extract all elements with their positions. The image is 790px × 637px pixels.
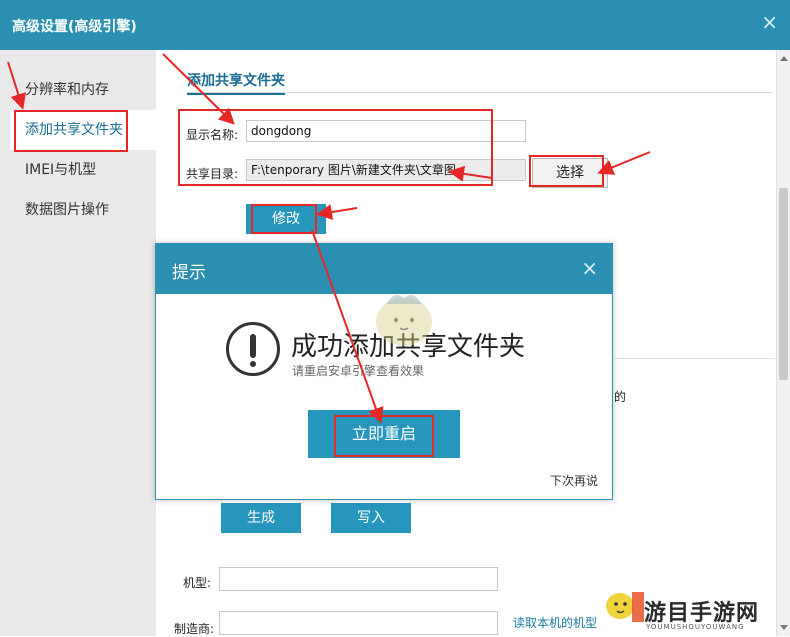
restart-now-button[interactable]: 立即重启	[308, 410, 460, 458]
scroll-thumb[interactable]	[779, 188, 788, 380]
dialog-sub-message: 请重启安卓引擎查看效果	[292, 364, 425, 378]
section-divider-2	[615, 358, 775, 359]
title-bar: 高级设置(高级引擎) ×	[0, 0, 790, 50]
maker-label: 制造商:	[174, 622, 215, 636]
scroll-up-icon[interactable]	[780, 56, 788, 61]
sidebar-item-imei-model[interactable]: IMEI与机型	[0, 150, 156, 190]
mascot-watermark-icon	[376, 295, 432, 346]
modify-button[interactable]: 修改	[246, 204, 326, 234]
display-name-input[interactable]: dongdong	[246, 120, 526, 142]
sidebar-item-data-image-ops[interactable]: 数据图片操作	[0, 190, 156, 230]
dialog-close-icon[interactable]: ×	[581, 256, 598, 280]
dir-label: 共享目录:	[186, 167, 239, 181]
model-label: 机型:	[183, 576, 212, 590]
close-icon[interactable]: ×	[761, 12, 778, 32]
sidebar-item-resolution-memory[interactable]: 分辨率和内存	[0, 70, 156, 110]
section-divider	[187, 92, 772, 93]
text-fragment: 的	[614, 390, 627, 404]
exclamation-icon	[226, 322, 280, 376]
sidebar: 分辨率和内存 添加共享文件夹 IMEI与机型 数据图片操作	[0, 50, 156, 636]
share-dir-input[interactable]: F:\tenporary 图片\新建文件夹\文章图	[246, 159, 526, 181]
model-input[interactable]	[219, 567, 498, 591]
watermark-subtext: YOUMUSHOUYOUWANG	[646, 623, 745, 631]
name-label: 显示名称:	[186, 128, 239, 142]
maker-input[interactable]	[219, 611, 498, 635]
write-button[interactable]: 写入	[331, 503, 411, 533]
dialog-title: 提示	[172, 263, 206, 283]
sidebar-item-add-shared-folder[interactable]: 添加共享文件夹	[10, 110, 156, 150]
window-title: 高级设置(高级引擎)	[12, 19, 137, 35]
later-link[interactable]: 下次再说	[550, 472, 598, 489]
generate-button[interactable]: 生成	[221, 503, 301, 533]
read-model-link[interactable]: 读取本机的机型	[513, 614, 597, 631]
choose-button[interactable]: 选择	[532, 158, 608, 188]
vertical-scrollbar[interactable]	[776, 50, 790, 636]
